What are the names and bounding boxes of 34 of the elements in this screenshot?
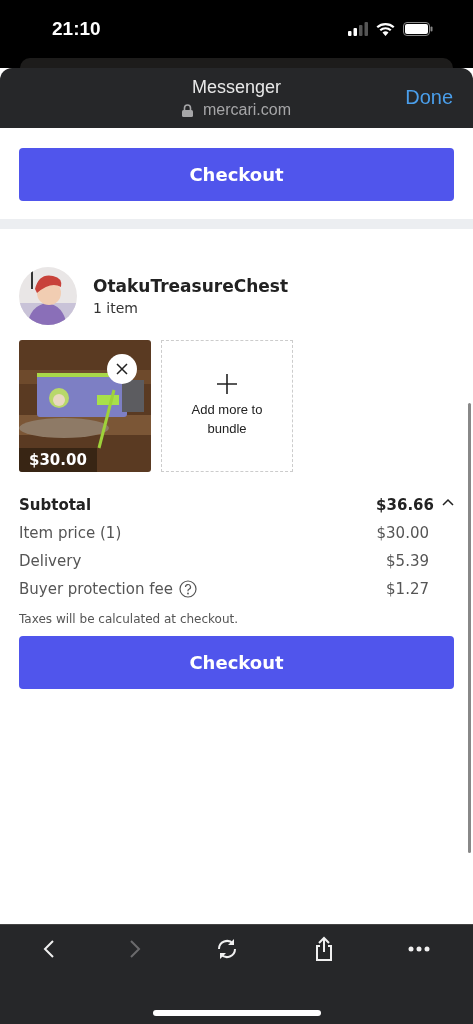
share-icon bbox=[313, 936, 334, 962]
checkout-button[interactable]: Checkout bbox=[19, 636, 454, 689]
add-more-button[interactable]: Add more to bundle bbox=[161, 340, 293, 472]
fee-label: Delivery bbox=[19, 552, 82, 570]
url-text: mercari.com bbox=[203, 101, 291, 119]
tax-note: Taxes will be calculated at checkout. bbox=[19, 612, 240, 626]
fee-label: Item price (1) bbox=[19, 524, 122, 542]
back-button[interactable] bbox=[43, 939, 56, 959]
more-icon bbox=[407, 946, 430, 952]
fee-value: $5.39 bbox=[386, 552, 429, 570]
chevron-up-icon[interactable] bbox=[442, 498, 454, 506]
close-icon bbox=[116, 363, 128, 375]
done-button[interactable]: Done bbox=[405, 86, 453, 109]
page-title: Messenger bbox=[191, 77, 281, 98]
item-price: $30.00 bbox=[19, 448, 97, 472]
clock: 21:10 bbox=[52, 18, 101, 40]
fee-value: $1.27 bbox=[386, 580, 429, 598]
fee-label: Buyer protection fee bbox=[19, 580, 173, 598]
help-icon[interactable] bbox=[179, 580, 197, 598]
signal-icon bbox=[348, 22, 368, 36]
seller-name[interactable]: OtakuTreasureChest bbox=[93, 276, 289, 296]
lock-icon bbox=[182, 103, 193, 117]
checkout-button[interactable]: Checkout bbox=[19, 148, 454, 201]
subtotal-label: Subtotal bbox=[19, 496, 92, 514]
forward-icon bbox=[129, 939, 142, 959]
subtotal-value: $36.66 bbox=[376, 496, 434, 514]
plus-icon bbox=[217, 374, 237, 394]
fee-value: $30.00 bbox=[376, 524, 429, 542]
more-button[interactable] bbox=[407, 946, 430, 952]
item-count: 1 item bbox=[93, 300, 139, 316]
share-button[interactable] bbox=[313, 936, 334, 962]
wifi-icon bbox=[376, 22, 395, 36]
back-icon bbox=[43, 939, 56, 959]
battery-icon bbox=[403, 22, 433, 36]
